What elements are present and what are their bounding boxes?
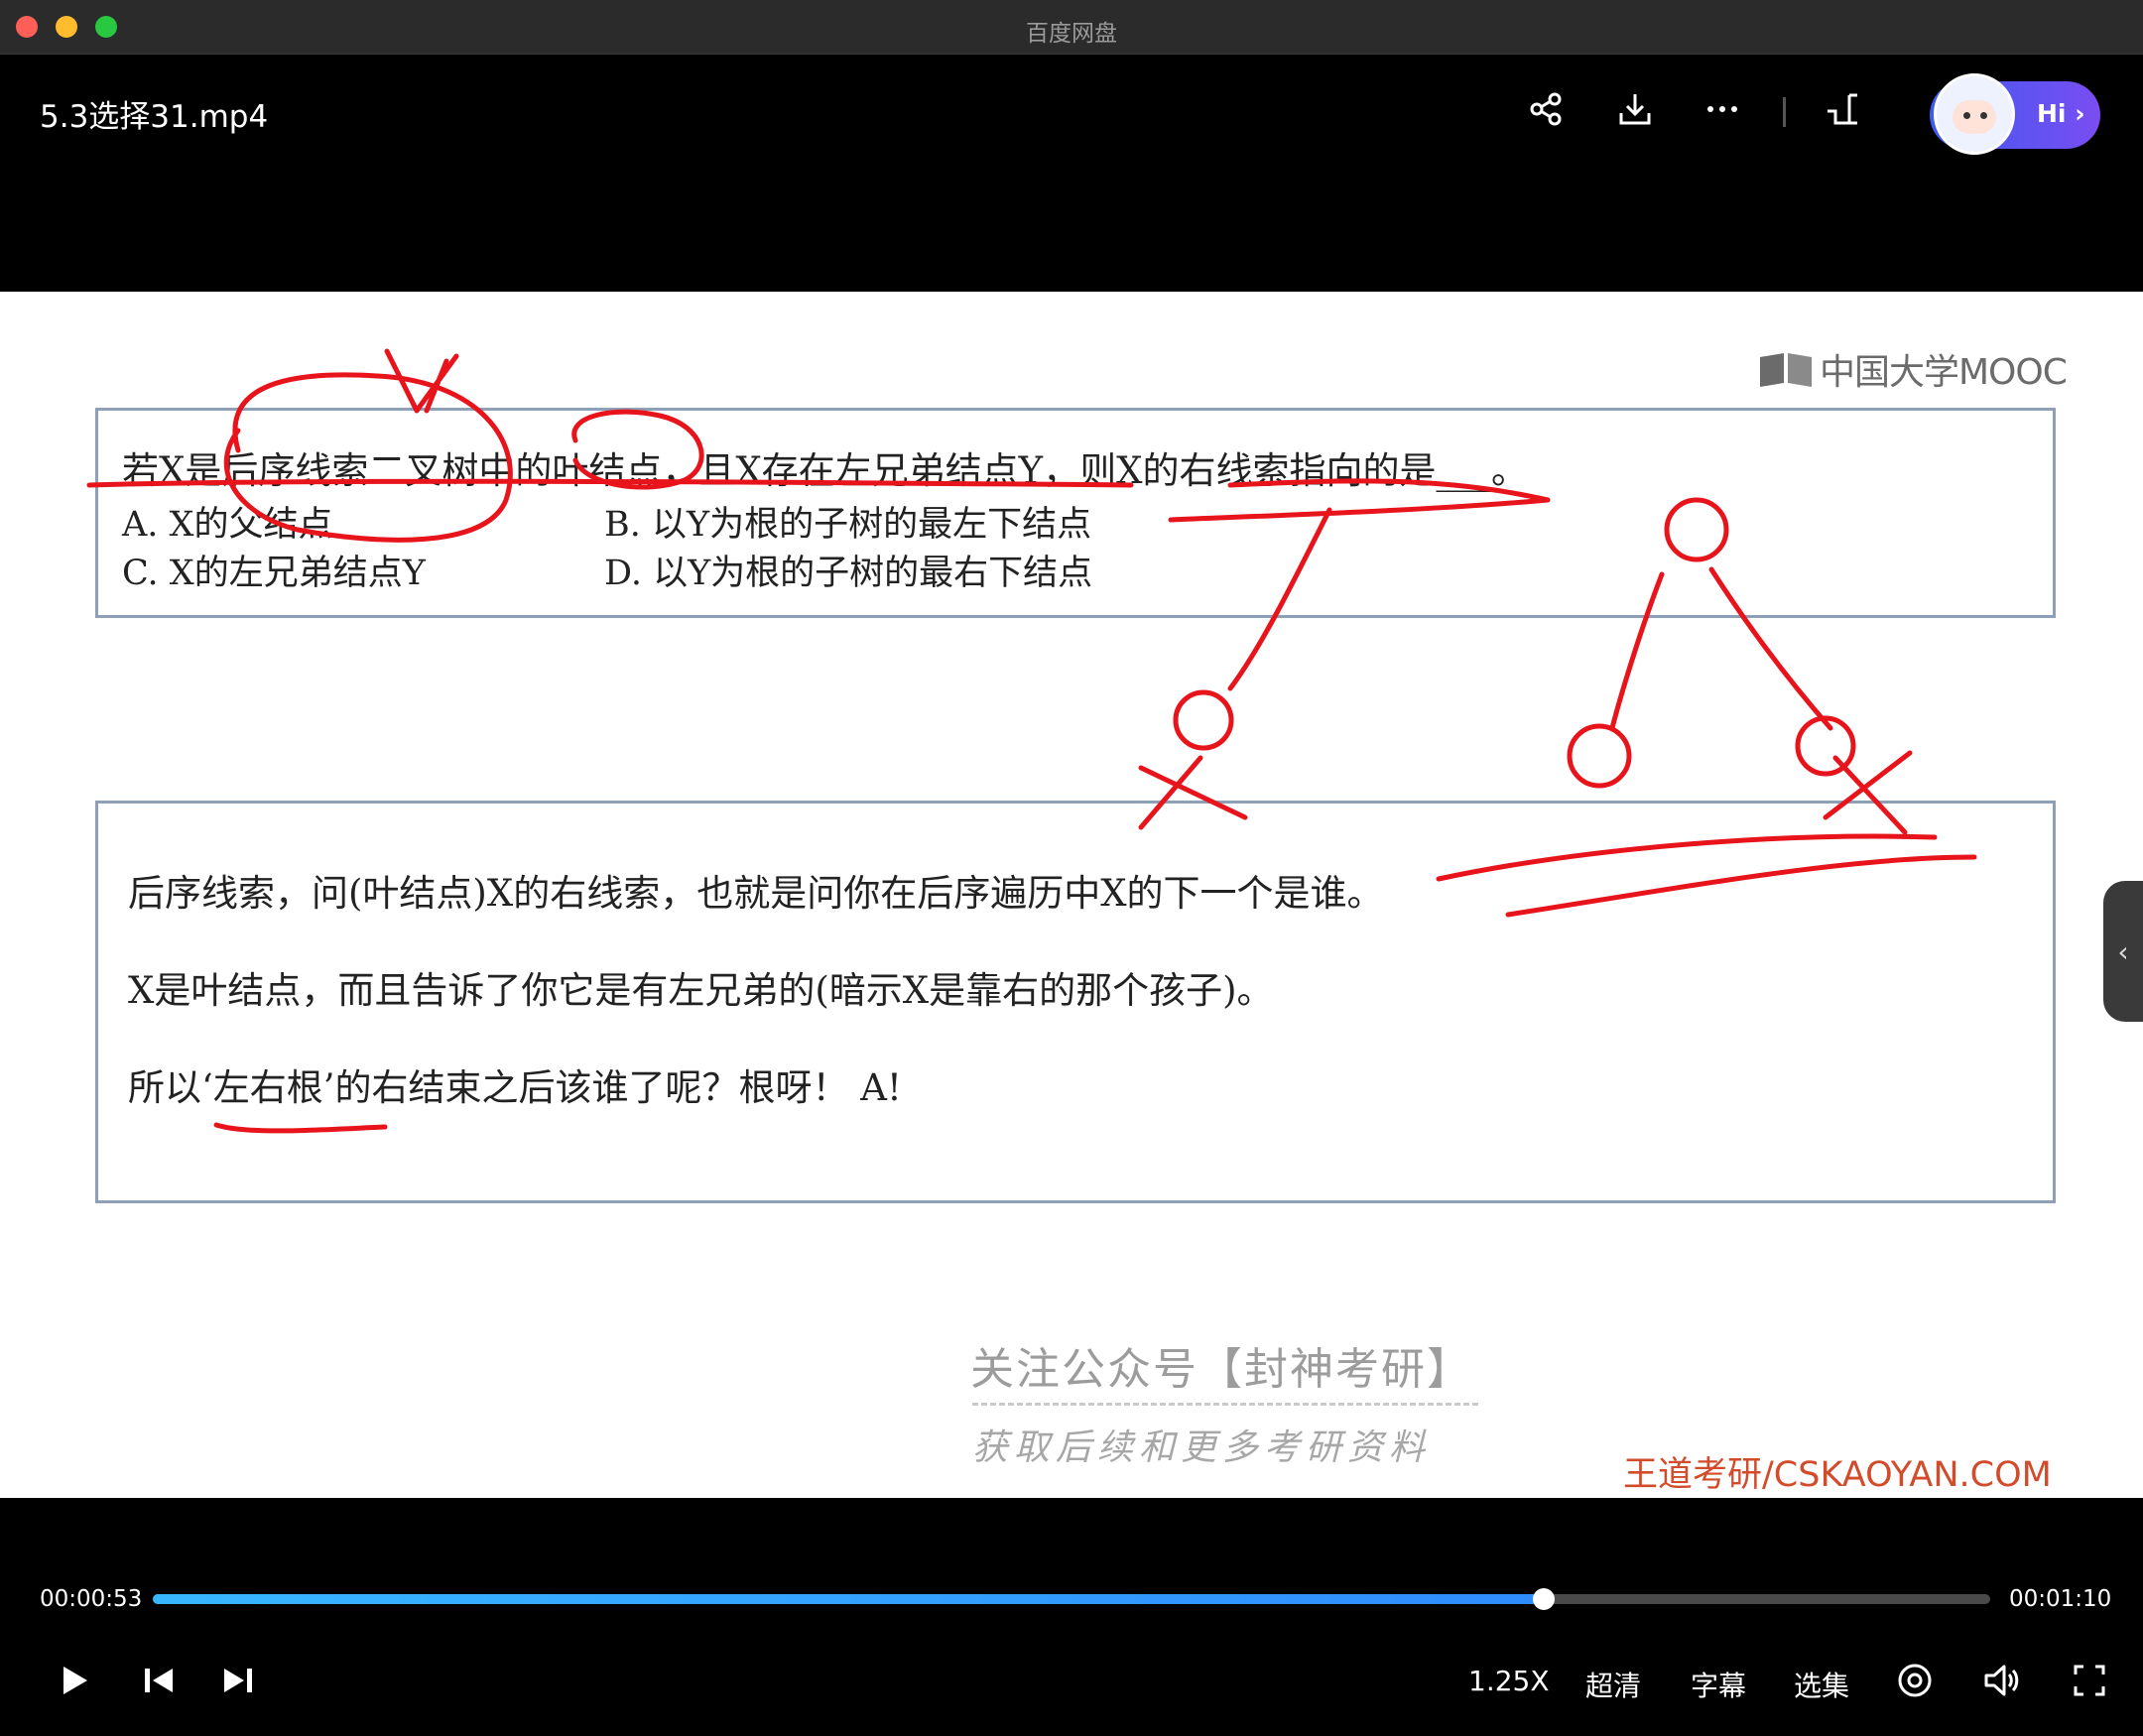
ink-check-mark [384,348,459,414]
question-box: 若X是后序线索二叉树中的叶结点，且X存在左兄弟结点Y，则X的右线索指向的是___… [95,408,2056,618]
speed-button[interactable]: 1.25X [1468,1665,1550,1697]
answer-line-3: 所以‘左右根’的右结束之后该谁了呢？根呀！ A! [128,1066,902,1109]
play-button[interactable] [54,1659,93,1702]
more-button[interactable] [1701,87,1744,131]
pip-button[interactable] [1822,87,1865,131]
picture-in-picture-icon [1828,93,1857,125]
ink-tree-left-child [1567,723,1632,789]
share-button[interactable] [1524,87,1568,131]
progress-bar[interactable] [153,1588,1990,1610]
watermark-divider [972,1403,1478,1406]
chevron-left-icon: ‹ [2117,934,2129,968]
answer-line-1: 后序线索，问(叶结点)X的右线索，也就是问你在后序遍历中X的下一个是谁。 [128,872,1384,915]
mooc-logo: 中国大学MOOC [1758,343,2068,395]
volume-button[interactable] [1982,1659,2022,1702]
progress-fill [153,1594,1544,1604]
brand-logo: 王道考研/CSKAOYAN.COM [1623,1455,2052,1495]
download-button[interactable] [1613,87,1657,131]
video-filename: 5.3选择31.mp4 [40,99,269,135]
assistant-label: Hi › [2037,99,2085,128]
progress-knob[interactable] [1532,1588,1555,1610]
option-d: D. 以Y为根的子树的最右下结点 [604,554,1093,593]
option-b: B. 以Y为根的子树的最左下结点 [604,505,1092,545]
skip-previous-icon [145,1669,173,1692]
fullscreen-icon [2074,1665,2105,1696]
total-time: 00:01:10 [2009,1586,2112,1612]
current-time: 00:00:53 [40,1586,143,1612]
more-dots-icon [1707,106,1737,112]
skip-next-icon [224,1669,252,1692]
option-a: A. X的父结点 [122,505,333,545]
side-panel-toggle[interactable]: ‹ [2103,881,2143,1022]
assistant-avatar [1934,73,2015,155]
next-button[interactable] [218,1659,258,1702]
ink-tree-right-child [1795,715,1856,777]
previous-button[interactable] [139,1659,179,1702]
quality-button[interactable]: 超清 [1585,1665,1641,1704]
watermark-resources: 获取后续和更多考研资料 [972,1427,1432,1468]
book-logo-icon [1760,353,1812,387]
answer-line-2: X是叶结点，而且告诉了你它是有左兄弟的(暗示X是靠右的那个孩子)。 [128,969,1274,1012]
mooc-logo-text: 中国大学MOOC [1820,352,2068,393]
eye-circle-icon [1898,1664,1932,1697]
share-icon [1530,92,1562,126]
ai-assistant-button[interactable]: Hi › [1930,73,2100,155]
window-title: 百度网盘 [1026,21,1117,47]
fullscreen-button[interactable] [2070,1659,2109,1702]
video-frame[interactable]: 中国大学MOOC 若X是后序线索二叉树中的叶结点，且X存在左兄弟结点Y，则X的右… [0,292,2143,1498]
view-mode-button[interactable] [1895,1659,1935,1702]
watermark-follow: 关注公众号【封神考研】 [970,1344,1472,1395]
option-c: C. X的左兄弟结点Y [122,554,426,593]
play-icon [63,1667,87,1694]
answer-box: 后序线索，问(叶结点)X的右线索，也就是问你在后序遍历中X的下一个是谁。 X是叶… [95,801,2056,1203]
window-titlebar: 百度网盘 [0,0,2143,55]
download-icon [1619,94,1651,125]
episodes-button[interactable]: 选集 [1794,1665,1849,1704]
subtitles-button[interactable]: 字幕 [1691,1665,1746,1704]
volume-icon [1984,1665,2019,1696]
question-text: 若X是后序线索二叉树中的叶结点，且X存在左兄弟结点Y，则X的右线索指向的是___… [122,449,1528,492]
toolbar-divider [1783,97,1786,127]
ink-tree-left-node [1173,689,1234,751]
